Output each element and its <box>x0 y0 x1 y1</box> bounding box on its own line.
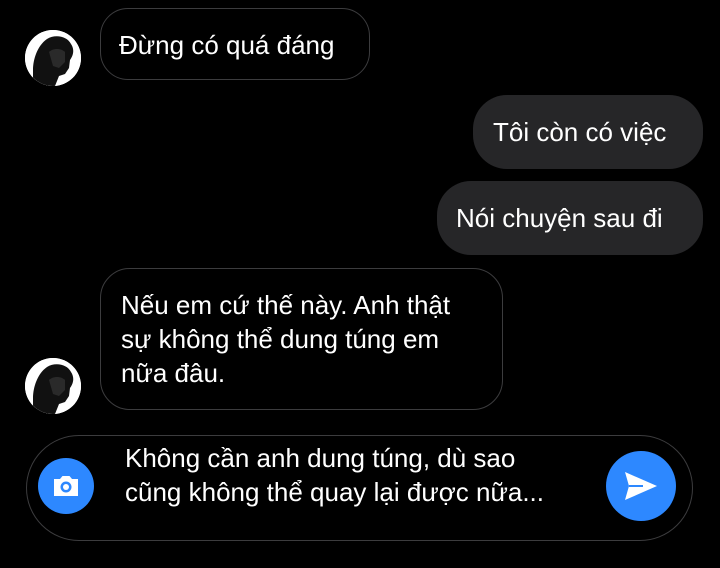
message-composer[interactable]: Không cần anh dung túng, dù sao cũng khô… <box>26 435 693 541</box>
message-outgoing[interactable]: Nói chuyện sau đi <box>437 181 703 255</box>
contact-avatar[interactable] <box>25 30 81 86</box>
camera-icon <box>54 476 78 496</box>
message-input[interactable]: Không cần anh dung túng, dù sao cũng khô… <box>125 441 545 509</box>
camera-button[interactable] <box>38 458 94 514</box>
message-text: Tôi còn có việc <box>493 117 667 147</box>
send-button[interactable] <box>606 451 676 521</box>
message-incoming[interactable]: Đừng có quá đáng <box>100 8 370 80</box>
send-icon <box>625 472 657 500</box>
contact-avatar[interactable] <box>25 358 81 414</box>
contact-avatar-image <box>25 30 81 86</box>
message-text: Nếu em cứ thế này. Anh thật sự không thể… <box>121 290 451 388</box>
message-incoming[interactable]: Nếu em cứ thế này. Anh thật sự không thể… <box>100 268 503 410</box>
message-text: Nói chuyện sau đi <box>456 203 663 233</box>
message-text: Đừng có quá đáng <box>119 30 335 60</box>
contact-avatar-image <box>25 358 81 414</box>
message-outgoing[interactable]: Tôi còn có việc <box>473 95 703 169</box>
